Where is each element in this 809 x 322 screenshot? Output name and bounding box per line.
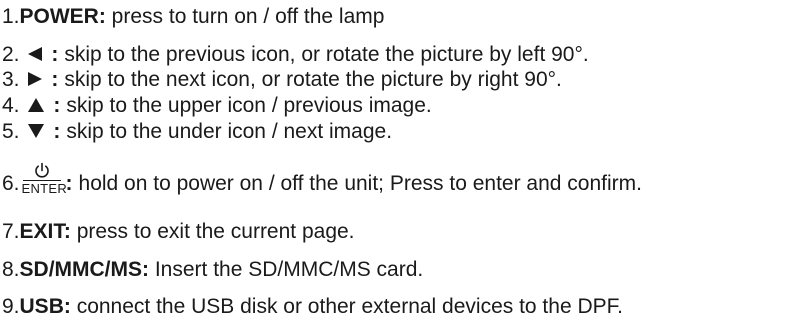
- list-item: 9.USB: connect the USB disk or other ext…: [2, 295, 623, 319]
- item-number: 8.: [2, 258, 20, 281]
- left-triangle-icon: [27, 46, 43, 62]
- down-triangle-icon: [27, 123, 45, 139]
- list-item: 5. : skip to the under icon / next image.: [2, 120, 392, 144]
- list-item: 7.EXIT: press to exit the current page.: [2, 220, 355, 244]
- item-number: 7.: [2, 220, 20, 243]
- item-key: :: [53, 120, 61, 143]
- enter-label: ENTER: [21, 181, 68, 196]
- list-item: 6. ENTER : hold on to power on / off the …: [2, 162, 642, 201]
- item-text: Insert the SD/MMC/MS card.: [149, 258, 424, 281]
- right-triangle-icon: [27, 71, 43, 87]
- list-item: 2. : skip to the previous icon, or rotate…: [2, 43, 589, 67]
- item-number: 5.: [2, 120, 20, 143]
- item-key: :: [53, 94, 61, 117]
- item-key: EXIT:: [19, 220, 71, 243]
- item-text: press to turn on / off the lamp: [105, 5, 385, 28]
- power-icon: [22, 162, 62, 179]
- item-text: skip to the next icon, or rotate the pic…: [64, 68, 562, 91]
- item-key: SD/MMC/MS:: [19, 258, 150, 281]
- instruction-list: 1.POWER: press to turn on / off the lamp…: [0, 0, 809, 322]
- list-item: 1.POWER: press to turn on / off the lamp: [2, 5, 384, 29]
- item-key: POWER:: [19, 5, 106, 28]
- power-enter-symbol: ENTER: [21, 162, 68, 196]
- up-triangle-icon: [27, 97, 45, 113]
- item-number: 9.: [2, 295, 20, 318]
- item-key: :: [51, 43, 59, 66]
- item-text: hold on to power on / off the unit; Pres…: [78, 172, 642, 196]
- item-number: 3.: [2, 68, 20, 91]
- list-item: 8.SD/MMC/MS: Insert the SD/MMC/MS card.: [2, 258, 423, 282]
- list-item: 4. : skip to the upper icon / previous im…: [2, 94, 432, 118]
- item-number: 2.: [2, 43, 20, 66]
- item-key: USB:: [19, 295, 71, 318]
- item-number: 4.: [2, 94, 20, 117]
- item-text: press to exit the current page.: [70, 220, 355, 243]
- item-text: connect the USB disk or other external d…: [70, 295, 623, 318]
- item-number: 6.: [2, 172, 20, 196]
- item-text: skip to the under icon / next image.: [66, 120, 393, 143]
- item-key: :: [51, 68, 59, 91]
- item-text: skip to the previous icon, or rotate the…: [64, 43, 589, 66]
- item-text: skip to the upper icon / previous image.: [66, 94, 432, 117]
- list-item: 3. : skip to the next icon, or rotate the…: [2, 68, 562, 92]
- item-number: 1.: [2, 5, 20, 28]
